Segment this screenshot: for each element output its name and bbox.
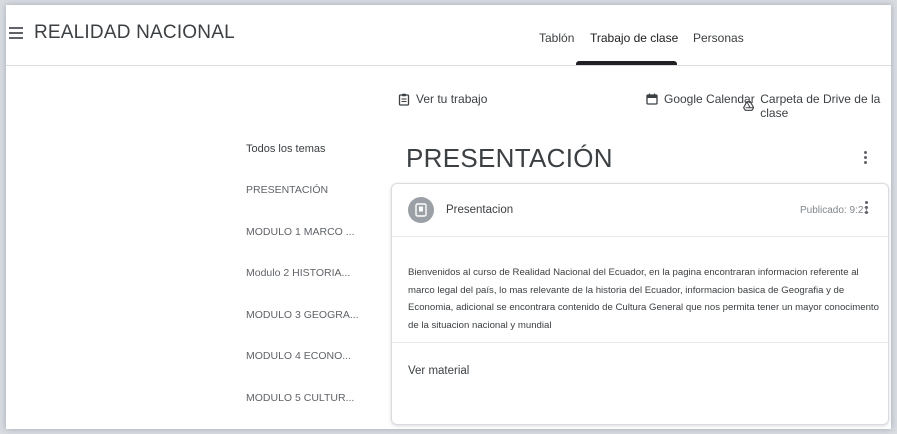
topic-modulo-1[interactable]: MODULO 1 MARCO ...: [246, 226, 355, 238]
topic-heading: PRESENTACIÓN: [406, 143, 613, 173]
view-your-work-link[interactable]: Ver tu trabajo: [398, 92, 487, 106]
topic-all[interactable]: Todos los temas: [246, 143, 325, 155]
drive-folder-label: Carpeta de Drive de la clase: [760, 92, 881, 120]
material-icon: [408, 197, 434, 223]
topic-modulo-2[interactable]: Modulo 2 HISTORIA...: [246, 267, 350, 279]
topic-modulo-3[interactable]: MODULO 3 GEOGRA...: [246, 309, 359, 321]
material-card[interactable]: Presentacion Publicado: 9:21 Bienvenidos…: [391, 183, 889, 425]
material-title[interactable]: Presentacion: [446, 204, 513, 216]
google-drive-icon: [743, 101, 755, 111]
hamburger-menu-icon[interactable]: [9, 27, 23, 41]
calendar-icon: [646, 93, 658, 105]
top-bar: REALIDAD NACIONAL Tablón Trabajo de clas…: [6, 5, 891, 66]
view-your-work-label: Ver tu trabajo: [416, 92, 488, 106]
tab-personas[interactable]: Personas: [693, 31, 744, 45]
topic-presentacion[interactable]: PRESENTACIÓN: [246, 184, 328, 196]
material-description: Bienvenidos al curso de Realidad Naciona…: [408, 267, 879, 331]
topic-modulo-4[interactable]: MODULO 4 ECONO...: [246, 350, 351, 362]
google-calendar-link[interactable]: Google Calendar: [646, 92, 755, 106]
google-calendar-label: Google Calendar: [664, 92, 755, 106]
assignment-icon: [398, 93, 410, 106]
view-material-link[interactable]: Ver material: [408, 365, 469, 377]
class-title[interactable]: REALIDAD NACIONAL: [34, 22, 235, 44]
topic-modulo-5[interactable]: MODULO 5 CULTUR...: [246, 392, 354, 404]
material-card-footer: Ver material: [392, 342, 888, 424]
drive-folder-link[interactable]: Carpeta de Drive de la clase: [743, 92, 891, 120]
tab-trabajo-de-clase[interactable]: Trabajo de clase: [590, 31, 678, 45]
classroom-window: REALIDAD NACIONAL Tablón Trabajo de clas…: [6, 5, 891, 429]
tab-tablon[interactable]: Tablón: [539, 31, 574, 45]
material-card-header[interactable]: Presentacion Publicado: 9:21: [392, 184, 888, 237]
active-tab-indicator: [576, 61, 677, 65]
published-time: Publicado: 9:21: [800, 205, 869, 216]
card-more-vert-icon[interactable]: [865, 201, 868, 216]
more-vert-icon[interactable]: [864, 151, 867, 166]
